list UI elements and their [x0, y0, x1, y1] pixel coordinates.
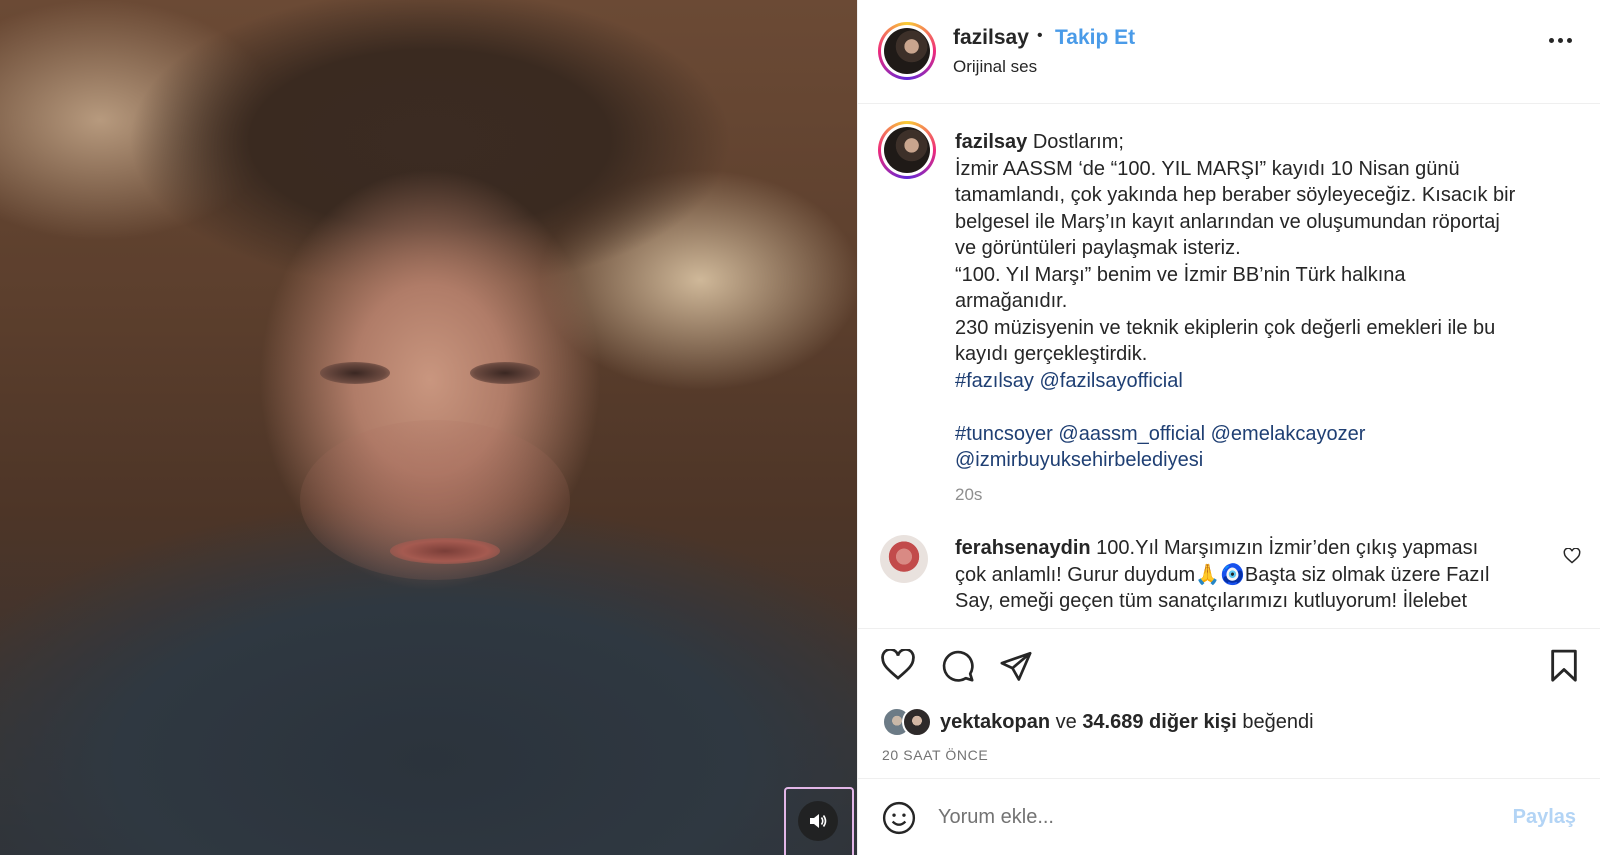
caption-line: belgesel ile Marş’ın kayıt anlarından ve…	[955, 210, 1500, 233]
caption-avatar[interactable]	[878, 121, 936, 179]
like-icon[interactable]	[880, 648, 916, 686]
likers-avatars	[882, 707, 934, 741]
author-username[interactable]: fazilsay	[953, 26, 1029, 50]
comment-item: ferahsenaydin 100.Yıl Marşımızın İzmir’d…	[955, 535, 1525, 615]
comment-text: çok anlamlı! Gurur duydum🙏🧿Başta siz olm…	[955, 563, 1490, 586]
comment-input[interactable]	[938, 795, 1478, 839]
speaker-icon	[798, 801, 838, 841]
post-panel: fazilsay • Takip Et Orijinal ses fazilsa…	[857, 0, 1600, 855]
caption-line: armağanıdır.	[955, 290, 1068, 312]
caption-line: kayıdı gerçekleştirdik.	[955, 343, 1148, 365]
caption-line: “100. Yıl Marşı” benim ve İzmir BB’nin T…	[955, 263, 1406, 286]
post-caption: fazilsay Dostlarım; İzmir AASSM ‘de “100…	[955, 129, 1585, 474]
caption-line: ve görüntüleri paylaşmak isteriz.	[955, 237, 1241, 259]
share-icon[interactable]	[998, 649, 1034, 688]
commenter-username[interactable]: ferahsenaydin	[955, 537, 1091, 559]
likes-conjunction: ve	[1055, 711, 1077, 733]
caption-tags[interactable]: #tuncsoyer @aassm_official @emelakcayoze…	[955, 421, 1585, 448]
comment-text: Say, emeği geçen tüm sanatçılarımızı kut…	[955, 590, 1468, 612]
audio-toggle-button[interactable]	[784, 787, 854, 855]
caption-line: İzmir AASSM ‘de “100. YIL MARŞI” kayıdı …	[955, 157, 1460, 180]
add-comment-bar: Paylaş	[858, 778, 1600, 855]
caption-tags[interactable]: @izmirbuyuksehirbelediyesi	[955, 447, 1585, 474]
comment-text: 100.Yıl Marşımızın İzmir’den çıkış yapma…	[1096, 537, 1479, 559]
likes-count[interactable]: 34.689 diğer kişi	[1082, 711, 1237, 733]
caption-tags[interactable]: #fazılsay @fazilsayofficial	[955, 368, 1585, 395]
separator-dot: •	[1037, 27, 1043, 44]
likes-summary[interactable]: yektakopan ve 34.689 diğer kişi beğendi	[940, 711, 1314, 734]
post-time: 20 SAAT ÖNCE	[882, 747, 989, 763]
bookmark-icon[interactable]	[1549, 649, 1579, 688]
liker-username[interactable]: yektakopan	[940, 711, 1050, 733]
author-avatar[interactable]	[878, 22, 936, 80]
caption-username[interactable]: fazilsay	[955, 131, 1027, 153]
post-header: fazilsay • Takip Et Orijinal ses	[858, 0, 1600, 104]
caption-line: Dostlarım;	[1032, 131, 1124, 153]
emoji-icon[interactable]	[882, 801, 916, 840]
video-frame-detail	[390, 538, 500, 564]
likes-suffix: beğendi	[1242, 711, 1314, 733]
caption-timestamp: 20s	[955, 485, 983, 504]
caption-line: tamamlandı, çok yakında hep beraber söyl…	[955, 184, 1516, 206]
more-options-icon[interactable]	[1549, 38, 1572, 43]
comment-icon[interactable]	[940, 649, 976, 688]
video-frame-detail	[470, 362, 540, 384]
video-frame-detail	[320, 362, 390, 384]
comments-scroll[interactable]: fazilsay Dostlarım; İzmir AASSM ‘de “100…	[858, 105, 1600, 628]
post-comment-button[interactable]: Paylaş	[1513, 806, 1576, 829]
follow-button[interactable]: Takip Et	[1055, 26, 1135, 50]
commenter-avatar[interactable]	[880, 535, 928, 583]
action-bar: yektakopan ve 34.689 diğer kişi beğendi …	[858, 628, 1600, 778]
caption-line: 230 müzisyenin ve teknik ekiplerin çok d…	[955, 316, 1496, 339]
comment-like-icon[interactable]	[1563, 547, 1581, 569]
video-player[interactable]	[0, 0, 857, 855]
audio-label[interactable]: Orijinal ses	[953, 57, 1037, 77]
